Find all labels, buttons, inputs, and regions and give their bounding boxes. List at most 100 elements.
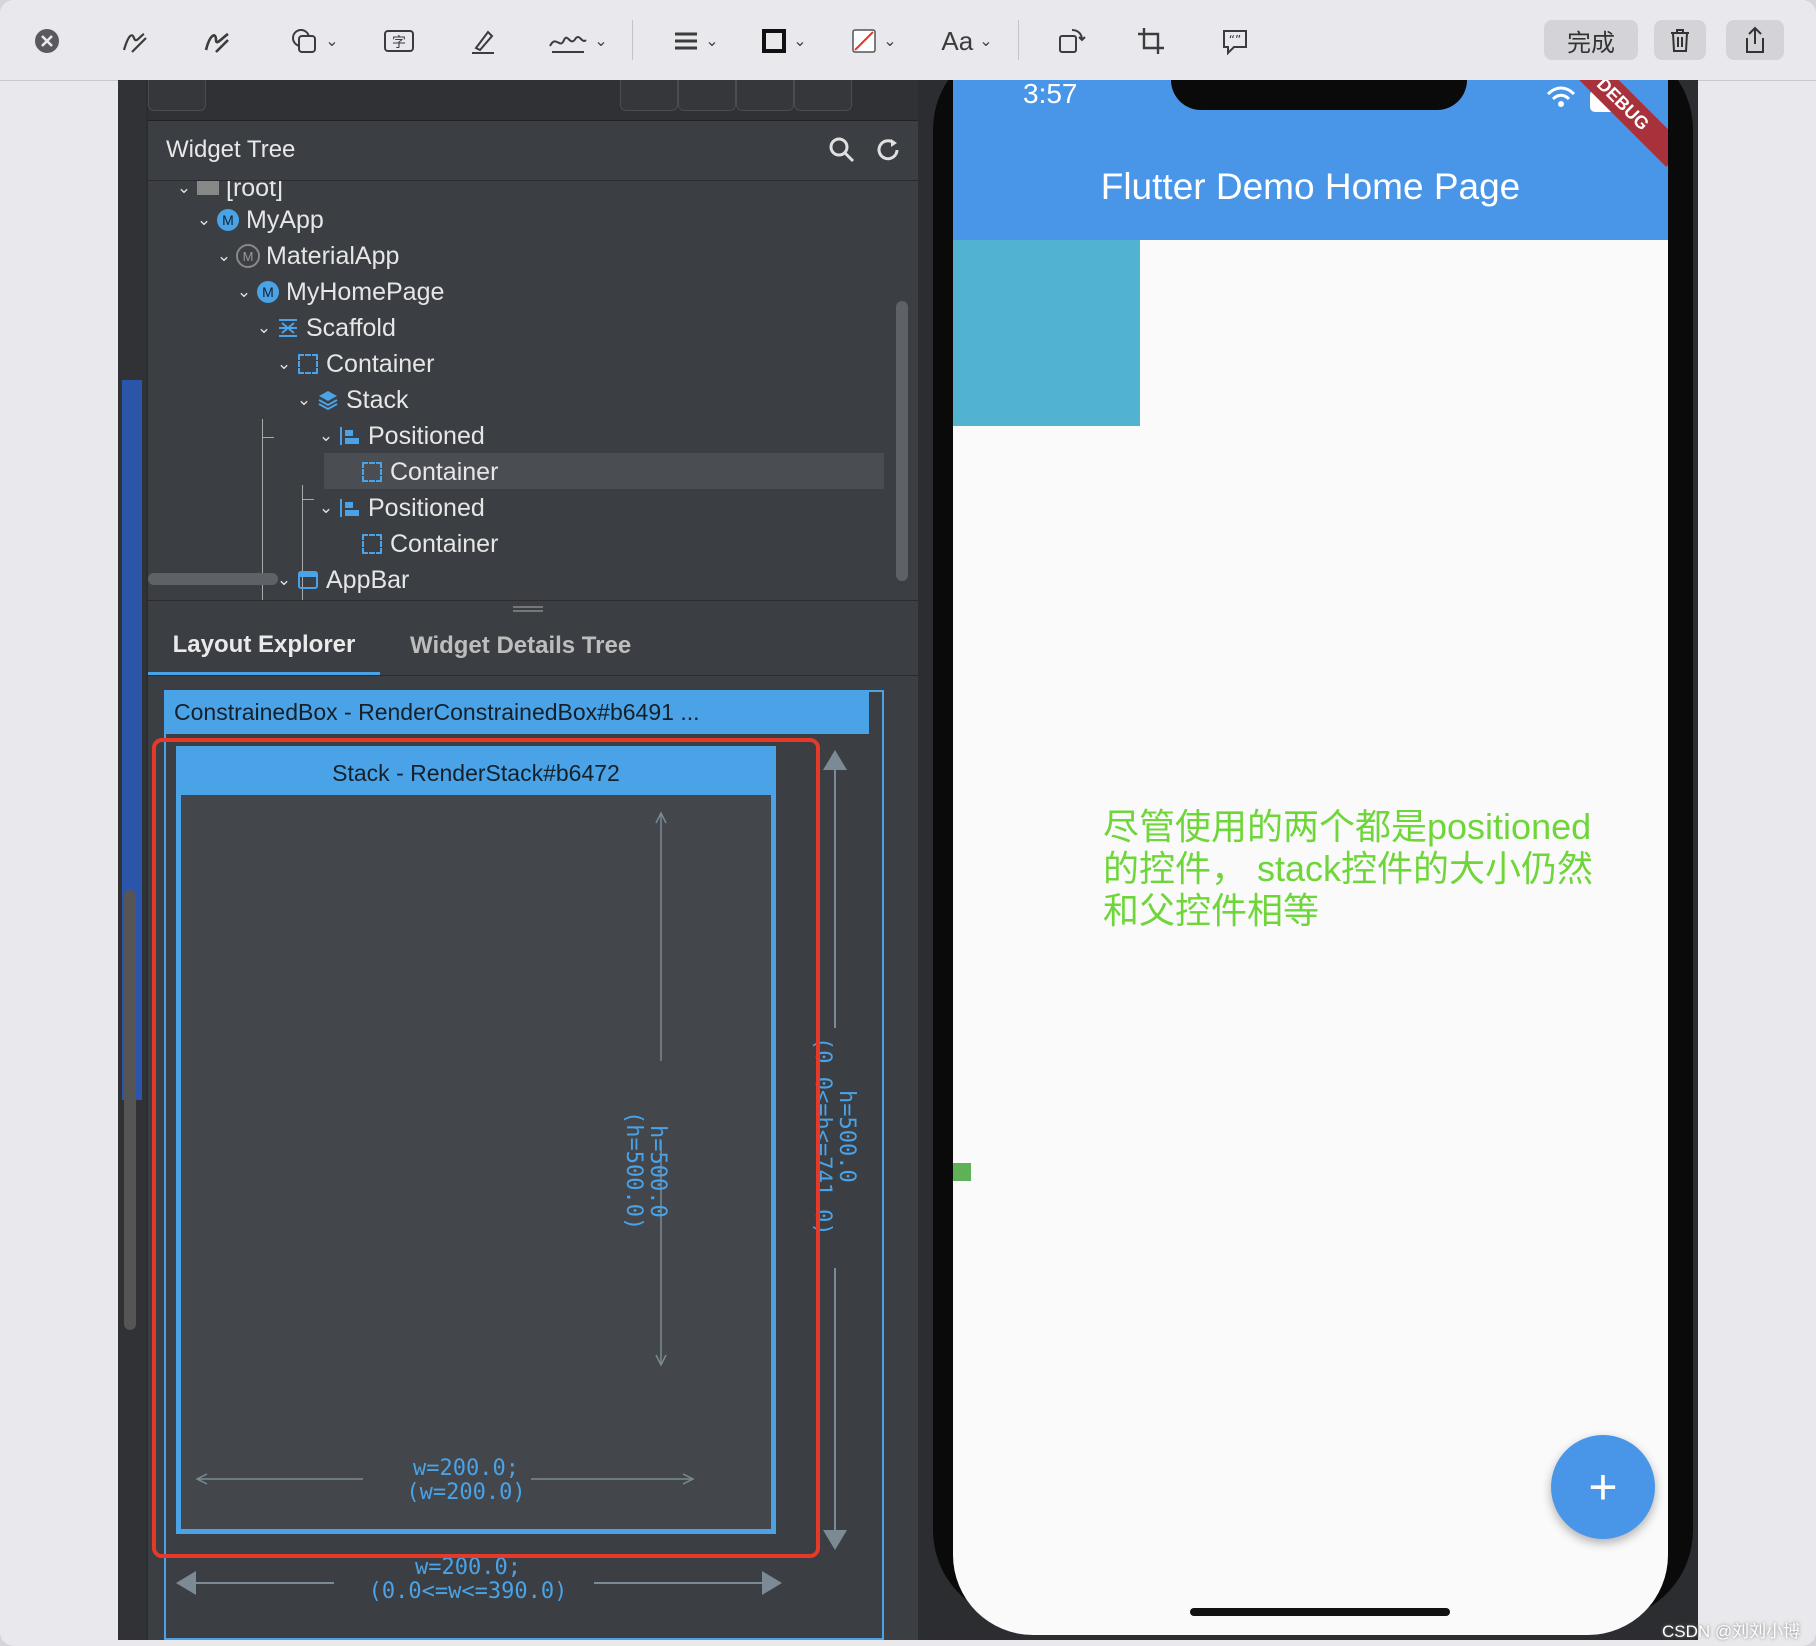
phone-simulator: 3:57 DEBUG Flutter Demo Home Page 尽管使用的两… xyxy=(923,80,1693,1640)
tree-node-label: MyApp xyxy=(246,205,324,234)
outer-height-value: h=500.0 xyxy=(834,1089,859,1183)
toolbar-divider xyxy=(1018,20,1019,60)
tree-node-label: Positioned xyxy=(368,493,485,522)
appbar-icon xyxy=(296,568,320,592)
tree-vertical-scrollbar[interactable] xyxy=(896,301,908,581)
tree-node-materialapp[interactable]: ⌄ M MaterialApp xyxy=(214,239,400,273)
toolbar-divider xyxy=(632,20,633,60)
debug-banner: DEBUG xyxy=(1560,80,1668,167)
svg-text:字: 字 xyxy=(392,35,406,51)
select-widget-button[interactable] xyxy=(148,80,206,111)
close-icon[interactable] xyxy=(32,22,62,60)
annotate-bubble-icon[interactable]: “” xyxy=(1218,22,1252,60)
widget-tree: ⌄ [root] ⌄ M MyApp ⌄ M MaterialApp ⌄ M MyHo… xyxy=(148,181,918,601)
markup-toolbar: ⌄ 字 ⌄ ⌄ ⌄ ⌄ Aa ⌄ “” 完成 xyxy=(0,0,1816,81)
screenshot-content: Widget Tree ⌄ [root] ⌄ M MyApp ⌄ M Mater… xyxy=(118,80,1698,1640)
tree-node-myapp[interactable]: ⌄ M MyApp xyxy=(194,203,324,237)
baselines-tool-button[interactable] xyxy=(736,80,794,111)
constrained-box-text: ConstrainedBox - RenderConstrainedBox#b6… xyxy=(174,698,700,725)
rotate-icon[interactable] xyxy=(1054,22,1088,60)
add-fab-button[interactable]: + xyxy=(1551,1435,1655,1539)
watermark: CSDN @刘刘小博 xyxy=(1662,1622,1801,1641)
refresh-icon[interactable] xyxy=(874,136,902,169)
m-grey-badge-icon: M xyxy=(236,244,260,268)
widget-tree-title: Widget Tree xyxy=(166,136,296,163)
tree-node-label: AppBar xyxy=(326,565,410,594)
stack-icon xyxy=(316,388,340,412)
container-icon xyxy=(296,352,320,376)
guidelines-tool-button[interactable] xyxy=(678,80,736,111)
text-style-button[interactable]: Aa ⌄ xyxy=(938,22,996,60)
flutter-devtools-panel: Widget Tree ⌄ [root] ⌄ M MyApp ⌄ M Mater… xyxy=(148,80,918,1640)
shapes-icon[interactable]: ⌄ xyxy=(284,22,344,60)
share-icon[interactable] xyxy=(1726,20,1784,60)
tree-node-label: MaterialApp xyxy=(266,241,400,270)
text-style-label: Aa xyxy=(941,25,974,56)
app-title: Flutter Demo Home Page xyxy=(1100,166,1521,207)
side-scrollbar[interactable] xyxy=(124,890,136,1330)
container-icon xyxy=(360,460,384,484)
m-badge-icon: M xyxy=(216,208,240,232)
tree-node-label: Scaffold xyxy=(306,313,396,342)
details-tabs: Layout Explorer Widget Details Tree xyxy=(148,617,918,676)
done-button[interactable]: 完成 xyxy=(1544,20,1638,60)
positioned-icon xyxy=(338,424,362,448)
ide-side-strip xyxy=(118,80,146,1640)
screenshot-window: ⌄ 字 ⌄ ⌄ ⌄ ⌄ Aa ⌄ “” 完成 Widget Tree ⌄ [ro… xyxy=(0,0,1816,1646)
tree-node-label: Positioned xyxy=(368,421,485,450)
sketch-icon[interactable] xyxy=(118,22,152,60)
crop-icon[interactable] xyxy=(1134,22,1168,60)
tree-node-label: Container xyxy=(390,529,499,558)
widget-tree-header: Widget Tree xyxy=(148,122,918,181)
positioned-container-small xyxy=(953,1163,971,1181)
svg-text:“”: “” xyxy=(1229,33,1241,47)
outer-width-dimension: w=200.0; (0.0<=w<=390.0) xyxy=(328,1556,608,1604)
tree-node-label: Container xyxy=(326,349,435,378)
tab-label: Widget Details Tree xyxy=(410,632,632,659)
line-style-icon[interactable]: ⌄ xyxy=(668,22,724,60)
phone-notch xyxy=(1171,80,1467,110)
draw-icon[interactable] xyxy=(200,22,234,60)
text-box-icon[interactable]: 字 xyxy=(382,22,416,60)
refresh-tool-button[interactable] xyxy=(620,80,678,111)
plus-icon: + xyxy=(1588,1459,1618,1515)
outer-width-value: w=200.0; xyxy=(415,1555,521,1580)
constrained-box-label[interactable]: ConstrainedBox - RenderConstrainedBox#b6… xyxy=(164,690,869,734)
positioned-container xyxy=(953,240,1140,426)
tree-node-positioned[interactable]: ⌄ Positioned xyxy=(316,419,485,453)
app-bar: 3:57 DEBUG Flutter Demo Home Page xyxy=(953,80,1668,240)
border-color-icon[interactable]: ⌄ xyxy=(756,22,812,60)
positioned-icon xyxy=(338,496,362,520)
tree-node-label: Container xyxy=(390,457,499,486)
signature-icon[interactable]: ⌄ xyxy=(546,22,610,60)
tree-node-label: [root] xyxy=(226,181,283,202)
outer-width-constraint: (0.0<=w<=390.0) xyxy=(368,1579,568,1604)
phone-screen: 3:57 DEBUG Flutter Demo Home Page 尽管使用的两… xyxy=(953,80,1668,1635)
tree-node-label: MyHomePage xyxy=(286,277,445,306)
tree-node-root[interactable]: ⌄ [root] xyxy=(174,181,283,205)
tree-node-container[interactable]: ⌄ Container xyxy=(274,347,435,381)
tree-node-appbar[interactable]: ⌄ AppBar xyxy=(274,563,410,597)
tab-layout-explorer[interactable]: Layout Explorer xyxy=(148,617,380,675)
tree-horizontal-scrollbar[interactable] xyxy=(148,573,278,585)
panel-splitter[interactable] xyxy=(148,600,918,617)
highlight-icon[interactable] xyxy=(466,22,500,60)
scaffold-icon xyxy=(276,316,300,340)
repaint-tool-button[interactable] xyxy=(794,80,852,111)
tree-node-positioned[interactable]: ⌄ Positioned xyxy=(316,491,485,525)
status-time: 3:57 xyxy=(1023,80,1078,109)
container-icon xyxy=(360,532,384,556)
done-label: 完成 xyxy=(1567,29,1615,57)
search-icon[interactable] xyxy=(828,136,856,169)
tab-label: Layout Explorer xyxy=(172,630,356,658)
fill-color-icon[interactable]: ⌄ xyxy=(846,22,902,60)
tree-node-scaffold[interactable]: ⌄ Scaffold xyxy=(254,311,396,345)
tree-node-container[interactable]: Container xyxy=(338,527,498,561)
tree-node-stack[interactable]: ⌄ Stack xyxy=(294,383,409,417)
trash-icon[interactable] xyxy=(1654,20,1706,60)
home-indicator xyxy=(1190,1608,1450,1616)
tab-widget-details-tree[interactable]: Widget Details Tree xyxy=(410,617,631,675)
tree-node-container[interactable]: Container xyxy=(338,455,498,489)
wifi-icon xyxy=(1546,86,1576,114)
tree-node-myhomepage[interactable]: ⌄ M MyHomePage xyxy=(234,275,445,309)
